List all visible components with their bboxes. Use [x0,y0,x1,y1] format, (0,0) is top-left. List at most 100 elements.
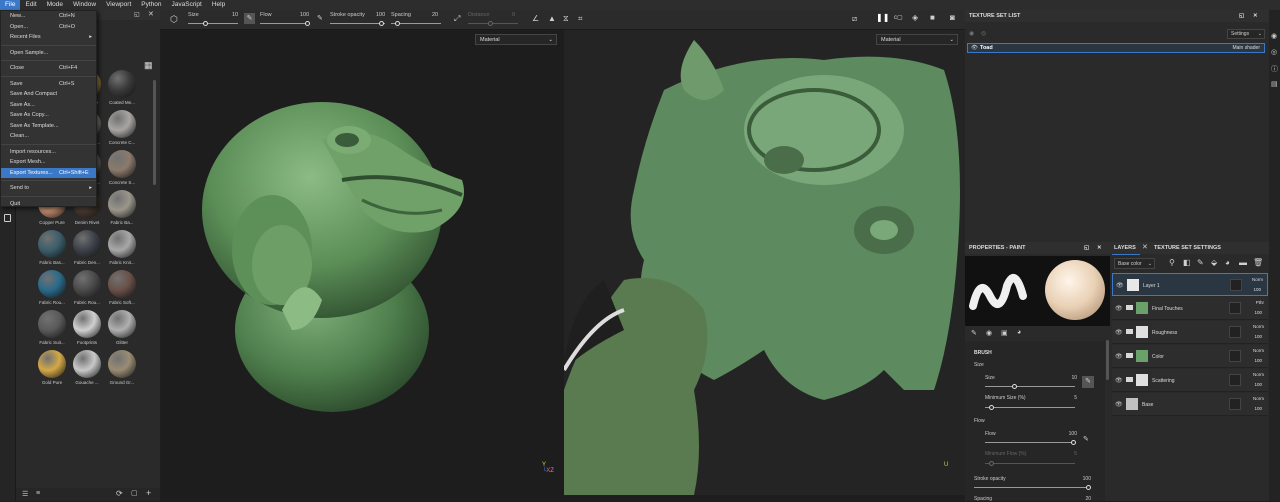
display-icon[interactable]: ◈ [912,13,918,22]
file-menu-item-export-mesh[interactable]: Export Mesh... [1,157,96,168]
file-menu-item-save-and-compact[interactable]: Save And Compact [1,89,96,100]
mirror-mode-icon[interactable]: ⧖ [563,14,569,24]
layer-row[interactable]: 👁 Layer 1 Norm 100 [1112,273,1268,296]
stencil-tab-icon[interactable]: ▣ [1001,329,1008,337]
viewport-3d-mode-select[interactable]: Material ⌄ [475,34,557,45]
symmetry-icon[interactable]: ⬡ [170,14,178,25]
material-thumbnail[interactable]: Concrete C... [105,110,139,145]
texture-set-row[interactable]: 👁 Toad Main shader [967,43,1265,53]
eye-icon[interactable]: 👁 [1116,282,1124,289]
menu-javascript[interactable]: JavaScript [167,0,207,10]
add-icon[interactable]: + [146,488,151,498]
layer-opacity[interactable]: 100 [1254,382,1262,387]
window-icon[interactable]: ▢ [131,489,138,497]
file-menu-item-save-as[interactable]: Save As... [1,100,96,111]
layer-opacity[interactable]: 100 [1253,287,1261,292]
blend-mode[interactable]: Norm [1253,396,1264,401]
add-mask-icon[interactable]: ◧ [1183,258,1191,267]
eye-icon[interactable]: 👁 [1115,329,1123,336]
menu-edit[interactable]: Edit [20,0,41,10]
stroke-opacity-slider[interactable] [974,485,1091,490]
file-menu-item-import-resources[interactable]: Import resources... [1,147,96,158]
info-icon[interactable]: ⓘ [1271,64,1278,74]
mirror-icon[interactable]: ▲ [548,14,556,23]
visibility-icon[interactable]: ◉ [969,30,974,37]
menu-help[interactable]: Help [207,0,230,10]
viewport-settings-icon[interactable]: ⧄ [852,14,857,24]
blend-mode[interactable]: Norm [1253,348,1264,353]
material-thumbnail[interactable]: Concrete S... [105,150,139,185]
properties-scrollbar[interactable] [1106,340,1109,380]
menu-viewport[interactable]: Viewport [101,0,136,10]
close-icon[interactable]: ✕ [1253,10,1258,22]
mask-slot[interactable] [1230,279,1242,291]
file-menu-item-save-as-template[interactable]: Save As Template... [1,121,96,132]
material-thumbnail[interactable]: Fabric Soft... [105,270,139,305]
blend-mode[interactable]: Norm [1253,324,1264,329]
material-thumbnail[interactable]: Fabric Ba... [105,190,139,225]
file-menu-item-close[interactable]: Close Ctrl+F4 [1,63,96,74]
mask-slot[interactable] [1229,350,1241,362]
material-thumbnail[interactable]: Fabric Bas... [35,230,69,265]
layer-row[interactable]: 👁 Color Norm 100 [1112,345,1268,368]
layers-toggle-icon[interactable]: ◎ [981,30,986,37]
material-thumbnail[interactable]: Fabric Suit... [35,310,69,345]
pressure-size-icon[interactable]: ✎ [1082,376,1094,388]
file-menu-item-export-textures[interactable]: Export Textures... Ctrl+Shift+E [1,167,96,178]
channel-select[interactable]: Base color ⌄ [1114,258,1155,269]
material-tab-icon[interactable]: ◕ [1017,329,1021,336]
material-thumbnail[interactable]: Coated Me... [105,70,139,105]
viewport-2d[interactable]: Material ⌄ U [564,30,965,495]
float-icon[interactable]: ◱ [1239,10,1244,22]
close-icon[interactable]: ✕ [1142,243,1148,251]
mask-slot[interactable] [1229,302,1241,314]
refresh-icon[interactable]: ⟳ [116,489,123,498]
material-thumbnail[interactable]: Glitter [105,310,139,345]
file-menu-item-new[interactable]: New... Ctrl+N [1,11,96,22]
file-menu-item-quit[interactable]: Quit [1,199,96,210]
layer-row[interactable]: 👁 Base Norm 100 [1112,393,1268,416]
add-effect-icon[interactable]: ⚲ [1169,258,1175,267]
delete-icon[interactable]: 🗑 [1253,258,1263,267]
brush-size-slider[interactable] [985,384,1075,389]
camera-icon[interactable]: ◉ [1271,32,1277,40]
list-icon[interactable]: ≡ [36,490,40,497]
tab-layers[interactable]: LAYERS [1114,245,1136,251]
add-smart-material-icon[interactable]: ◕ [1225,258,1230,267]
mask-slot[interactable] [1229,326,1241,338]
spacing-slider[interactable] [391,21,441,26]
camera-icon[interactable]: ■ [930,13,935,22]
pause-icon[interactable]: ❚❚ [876,13,889,22]
file-menu-item-open-sample[interactable]: Open Sample... [1,48,96,59]
material-thumbnail[interactable]: Fabric Den... [70,230,104,265]
pen-pressure-icon[interactable]: ✎ [244,13,255,24]
brush-tab-icon[interactable]: ✎ [971,329,977,337]
grid-view-icon[interactable]: ▦ [144,60,153,71]
material-thumbnail[interactable]: Gold Pure [35,350,69,385]
file-menu-item-send-to[interactable]: Send to ▸ [1,183,96,194]
flow-slider[interactable] [260,21,310,26]
eye-icon[interactable]: 👁 [971,45,978,51]
distance-slider[interactable] [468,21,518,26]
add-paint-layer-icon[interactable]: ✎ [1197,258,1204,267]
alpha-tab-icon[interactable]: ◉ [986,329,992,337]
float-icon[interactable]: ◱ [134,11,140,18]
material-thumbnail[interactable]: Fabric Knit... [105,230,139,265]
material-thumbnail[interactable]: Fabric Rou... [35,270,69,305]
angle-icon[interactable]: ∠ [532,14,539,23]
file-menu-item-save-as-copy[interactable]: Save As Copy... [1,110,96,121]
add-folder-icon[interactable]: ▬ [1239,258,1247,267]
viewport-3d[interactable]: Material ⌄ Y └XZ [162,30,564,495]
layer-opacity[interactable]: 100 [1254,310,1262,315]
file-menu-item-save[interactable]: Save Ctrl+S [1,79,96,90]
layer-opacity[interactable]: 100 [1254,406,1262,411]
screenshot-icon[interactable]: ◙ [950,13,955,22]
tool-icon[interactable] [4,214,11,222]
menu-mode[interactable]: Mode [42,0,68,10]
display-settings-icon[interactable]: ◎ [1271,48,1277,56]
eye-icon[interactable]: 👁 [1115,305,1123,312]
min-flow-slider[interactable] [985,461,1075,466]
filter-icon[interactable]: ☰ [22,490,28,498]
blend-mode[interactable]: Pthr [1256,300,1264,305]
file-menu-item-open[interactable]: Open... Ctrl+O [1,22,96,33]
